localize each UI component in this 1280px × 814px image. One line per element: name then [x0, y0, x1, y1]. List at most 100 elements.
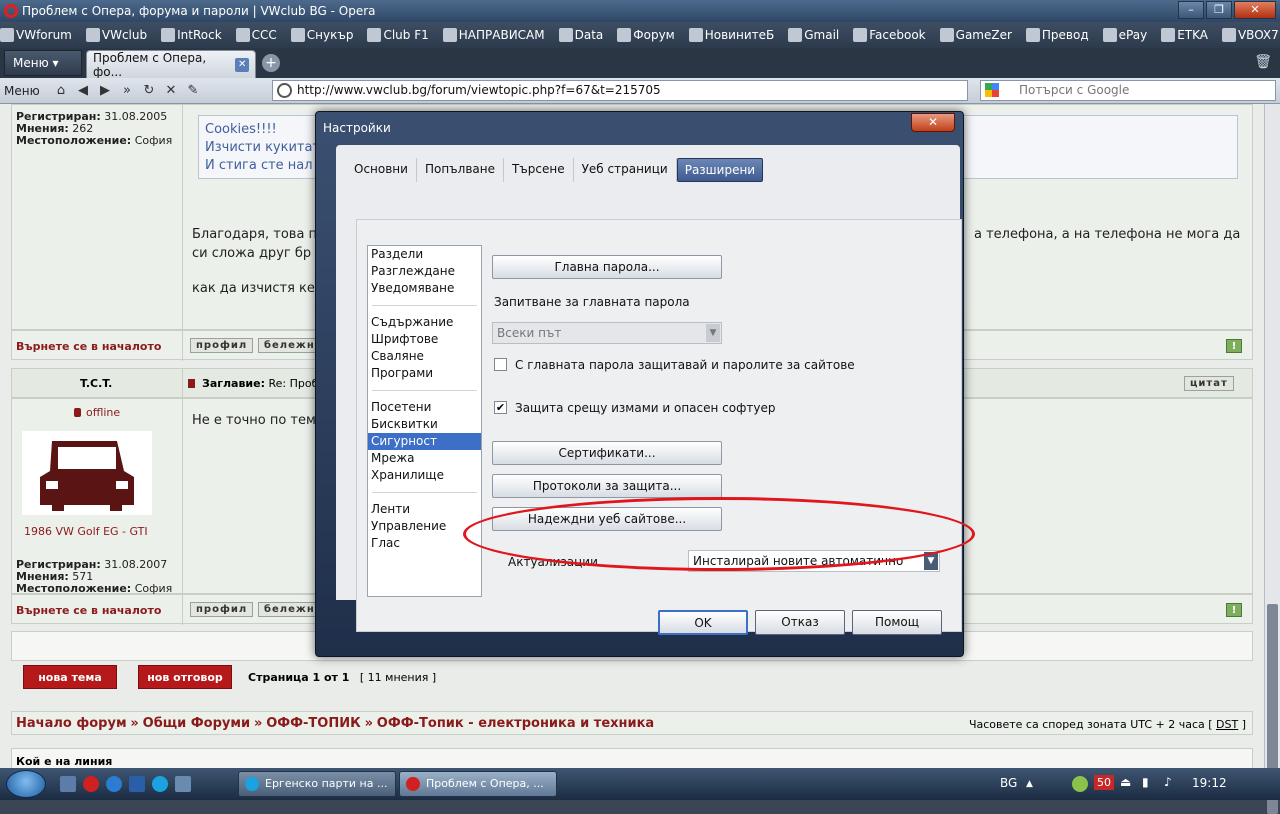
- category-item[interactable]: Сигурност: [368, 433, 481, 450]
- post-author[interactable]: T.C.T.: [80, 377, 112, 390]
- clock[interactable]: 19:12: [1192, 776, 1227, 790]
- bookmark-item[interactable]: Форум: [617, 28, 675, 42]
- forward-icon[interactable]: ▶: [94, 83, 116, 98]
- bookmark-favicon-icon: [1221, 28, 1236, 42]
- address-bar[interactable]: http://www.vwclub.bg/forum/viewtopic.php…: [272, 80, 968, 101]
- minimize-button[interactable]: –: [1178, 1, 1204, 19]
- quote-button[interactable]: цитат: [1184, 376, 1234, 391]
- bookmark-item[interactable]: VWforum: [0, 28, 72, 42]
- new-topic-button[interactable]: нова тема: [23, 665, 117, 689]
- bookmark-item[interactable]: ePay: [1102, 28, 1147, 42]
- bookmark-item[interactable]: Data: [558, 28, 603, 42]
- word-icon[interactable]: [129, 776, 145, 792]
- bookmark-item[interactable]: VWclub: [85, 28, 147, 42]
- category-item[interactable]: Ленти: [368, 501, 481, 518]
- computer-icon[interactable]: [175, 776, 191, 792]
- protect-sites-checkbox[interactable]: [494, 358, 507, 371]
- opera-menu-button[interactable]: Меню ▾: [4, 50, 82, 76]
- tray-app-icon[interactable]: [1072, 776, 1088, 792]
- dialog-tab[interactable]: Разширени: [676, 158, 764, 182]
- category-item[interactable]: Съдържание: [368, 314, 481, 331]
- crumb-offtopic[interactable]: ОФФ-ТОПИК: [266, 716, 361, 731]
- home-icon[interactable]: ⌂: [50, 83, 72, 98]
- category-item[interactable]: Програми: [368, 365, 481, 382]
- bookmark-item[interactable]: CCC: [235, 28, 277, 42]
- report-icon[interactable]: !: [1226, 339, 1242, 353]
- profile-button[interactable]: профил: [190, 602, 254, 617]
- category-item[interactable]: Сваляне: [368, 348, 481, 365]
- internet-explorer-icon[interactable]: [106, 776, 122, 792]
- new-reply-button[interactable]: нов отговор: [138, 665, 232, 689]
- opera-icon[interactable]: [83, 776, 99, 792]
- protocols-button[interactable]: Протоколи за защита...: [492, 474, 722, 498]
- category-item[interactable]: Уведомяване: [368, 280, 481, 297]
- show-desktop-icon[interactable]: [60, 776, 76, 792]
- back-to-top-link[interactable]: Върнете се в началото: [16, 340, 161, 353]
- skype-icon[interactable]: [152, 776, 168, 792]
- ok-button[interactable]: OK: [658, 610, 748, 635]
- ask-master-select[interactable]: Всеки път ▼: [492, 322, 722, 344]
- browser-tab-active[interactable]: Проблем с Опера, фо... ✕: [86, 50, 256, 79]
- edit-icon[interactable]: ✎: [182, 83, 204, 98]
- search-box[interactable]: Потърси с Google: [980, 80, 1276, 101]
- bookmark-item[interactable]: VBOX7: [1221, 28, 1279, 42]
- breadcrumb: Начало форум » Общи Форуми » ОФФ-ТОПИК »…: [11, 711, 1253, 735]
- category-item[interactable]: Хранилище: [368, 467, 481, 484]
- category-item[interactable]: Разглеждане: [368, 263, 481, 280]
- close-tab-icon[interactable]: ✕: [235, 57, 249, 72]
- cancel-button[interactable]: Отказ: [755, 610, 845, 635]
- category-item[interactable]: Мрежа: [368, 450, 481, 467]
- taskbar-skype-window[interactable]: Ергенско парти на ...: [238, 771, 396, 797]
- post-text-3: как да изчистя ке: [192, 281, 315, 296]
- bookmark-item[interactable]: НАПРАВИСАМ: [442, 28, 545, 42]
- new-tab-button[interactable]: +: [262, 54, 280, 72]
- bookmark-item[interactable]: Снукър: [290, 28, 353, 42]
- category-item[interactable]: Раздели: [368, 246, 481, 263]
- report-icon[interactable]: !: [1226, 603, 1242, 617]
- page-scrollbar[interactable]: [1264, 104, 1280, 814]
- back-icon[interactable]: ◀: [72, 83, 94, 98]
- bookmark-item[interactable]: Facebook: [853, 28, 926, 42]
- start-button[interactable]: [6, 770, 46, 798]
- help-button[interactable]: Помощ: [852, 610, 942, 635]
- crumb-forum-home[interactable]: Начало форум: [16, 716, 127, 731]
- crumb-electronics[interactable]: ОФФ-Топик - електроника и техника: [377, 716, 654, 731]
- notification-badge[interactable]: 50: [1094, 775, 1114, 790]
- bookmark-item[interactable]: НовинитеБ: [688, 28, 774, 42]
- bookmark-item[interactable]: Превод: [1025, 28, 1089, 42]
- post-text-1-end: а телефона, а на телефона не мога да: [974, 227, 1241, 242]
- category-item[interactable]: Шрифтове: [368, 331, 481, 348]
- fraud-protection-checkbox[interactable]: ✔: [494, 401, 507, 414]
- dialog-tab[interactable]: Попълване: [417, 158, 504, 182]
- master-password-button[interactable]: Главна парола...: [492, 255, 722, 279]
- stop-icon[interactable]: ✕: [160, 83, 182, 98]
- maximize-button[interactable]: ❐: [1206, 1, 1232, 19]
- volume-icon[interactable]: ♪: [1164, 775, 1172, 789]
- network-icon[interactable]: ▮: [1142, 775, 1149, 789]
- usb-icon[interactable]: ⏏: [1120, 775, 1131, 789]
- dialog-tab[interactable]: Търсене: [504, 158, 574, 182]
- crumb-general[interactable]: Общи Форуми: [143, 716, 250, 731]
- dialog-tab[interactable]: Уеб страници: [574, 158, 677, 182]
- profile-button[interactable]: профил: [190, 338, 254, 353]
- bookmark-item[interactable]: Gmail: [788, 28, 839, 42]
- bookmark-item[interactable]: Club F1: [367, 28, 429, 42]
- bookmark-item[interactable]: GameZer: [939, 28, 1012, 42]
- menu-label[interactable]: Меню: [0, 84, 50, 98]
- dialog-tab[interactable]: Основни: [346, 158, 417, 182]
- close-window-button[interactable]: ✕: [1234, 1, 1276, 19]
- back-to-top-link[interactable]: Върнете се в началото: [16, 604, 161, 617]
- category-list[interactable]: Раздели Разглеждане Уведомяване Съдържание Ш…: [367, 245, 482, 597]
- taskbar-opera-window[interactable]: Проблем с Опера, ...: [399, 771, 557, 797]
- category-item[interactable]: Посетени: [368, 399, 481, 416]
- certificates-button[interactable]: Сертификати...: [492, 441, 722, 465]
- tray-expand-icon[interactable]: ▲: [1026, 779, 1033, 789]
- fast-forward-icon[interactable]: »: [116, 83, 138, 98]
- language-indicator[interactable]: BG: [1000, 776, 1017, 790]
- bookmark-item[interactable]: ETKA: [1161, 28, 1208, 42]
- dialog-close-button[interactable]: ✕: [911, 113, 955, 132]
- category-item[interactable]: Бисквитки: [368, 416, 481, 433]
- bookmark-item[interactable]: IntRock: [161, 28, 222, 42]
- reload-icon[interactable]: ↻: [138, 83, 160, 98]
- trash-icon[interactable]: 🗑: [1254, 54, 1272, 70]
